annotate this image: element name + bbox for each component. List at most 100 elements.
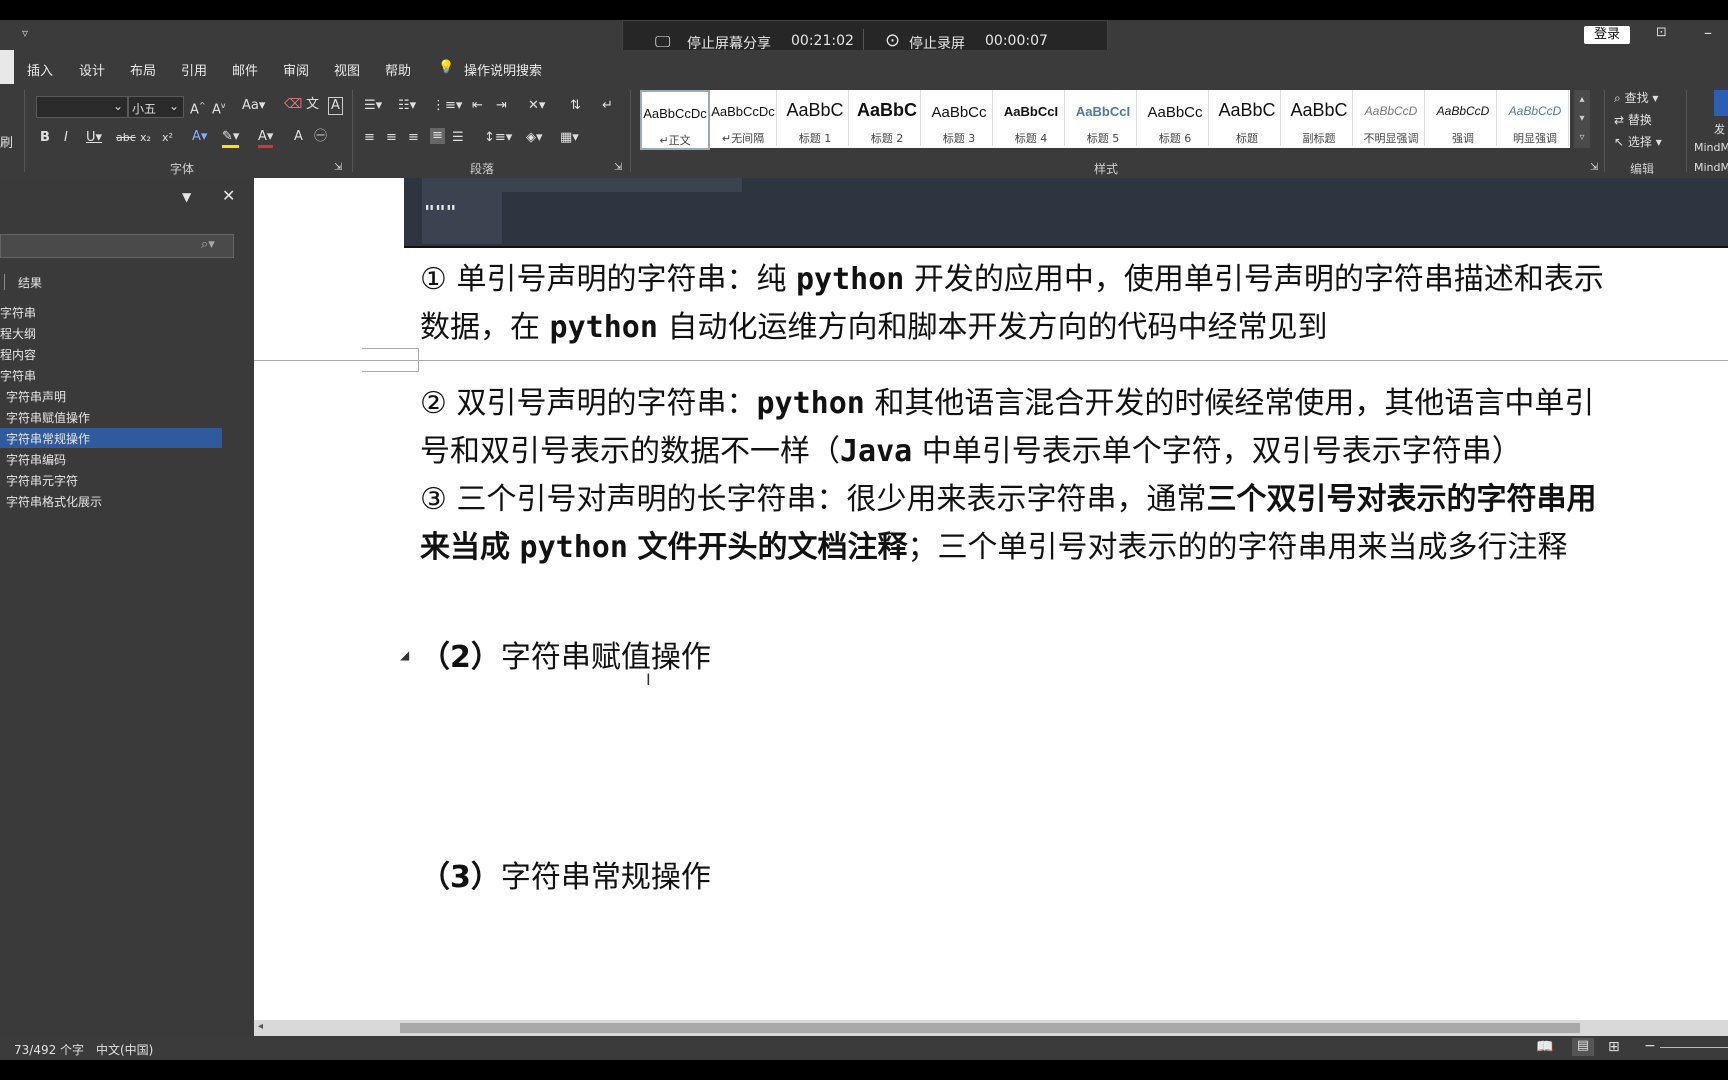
nav-search-input[interactable]: ⌕▾ <box>0 234 234 258</box>
font-name-select[interactable]: ⌄ <box>36 96 128 118</box>
font-dialog-launcher-icon[interactable]: ⇲ <box>334 160 342 176</box>
mindmap-icon[interactable] <box>1714 90 1728 116</box>
chevron-down-icon[interactable]: ▾ <box>1574 109 1590 128</box>
scroll-left-icon[interactable]: ◂ <box>258 1021 263 1032</box>
tab-insert[interactable]: 插入 <box>27 60 53 79</box>
numbering-icon[interactable]: ☷▾ <box>398 98 416 114</box>
grow-font-icon[interactable]: A^ <box>190 98 206 118</box>
bold-icon[interactable]: B <box>40 130 50 146</box>
horizontal-scrollbar[interactable]: ◂ <box>254 1020 1728 1036</box>
tab-mailings[interactable]: 邮件 <box>232 60 258 79</box>
align-right-icon[interactable]: ≡ <box>408 130 419 146</box>
style-heading-1[interactable]: AaBbC 标题 1 <box>782 90 849 146</box>
nav-item[interactable]: 字符串 <box>0 304 36 321</box>
asian-layout-icon[interactable]: ✕▾ <box>528 98 545 114</box>
collapse-triangle-icon[interactable]: ◢ <box>400 648 409 662</box>
subscript-icon[interactable]: x₂ <box>140 130 151 146</box>
paragraph-dialog-launcher-icon[interactable]: ⇲ <box>614 160 622 176</box>
bullets-icon[interactable]: ☰▾ <box>364 98 382 114</box>
login-button[interactable]: 登录 <box>1584 26 1630 44</box>
distributed-icon[interactable]: ☰ <box>452 130 464 146</box>
chevron-up-icon[interactable]: ▴ <box>1574 90 1590 109</box>
close-icon[interactable]: ✕ <box>222 186 235 205</box>
language-indicator[interactable]: 中文(中国) <box>96 1041 153 1058</box>
style-heading-5[interactable]: AaBbCcI 标题 5 <box>1070 90 1137 146</box>
line-spacing-icon[interactable]: ↕≡▾ <box>484 130 512 146</box>
style-no-spacing[interactable]: AaBbCcDc ↵无间隔 <box>710 90 777 146</box>
show-marks-icon[interactable]: ↵ <box>602 98 613 114</box>
nav-item[interactable]: 字符串 <box>0 367 36 384</box>
nav-item[interactable]: 程内容 <box>0 346 36 363</box>
document-canvas[interactable]: """ ① 单引号声明的字符串：纯 python 开发的应用中，使用单引号声明的… <box>254 178 1728 1020</box>
multilevel-list-icon[interactable]: ⋮≡▾ <box>432 98 462 114</box>
align-center-icon[interactable]: ≡ <box>386 130 397 146</box>
tell-me-search[interactable]: 操作说明搜索 <box>464 60 542 79</box>
styles-scroll[interactable]: ▴ ▾ ▿ <box>1574 90 1590 148</box>
nav-item[interactable]: 字符串元字符 <box>6 472 78 489</box>
style-emphasis[interactable]: AaBbCcD 强调 <box>1430 90 1497 146</box>
shrink-font-icon[interactable]: Av <box>212 98 226 118</box>
zoom-slider[interactable] <box>1660 1047 1728 1048</box>
ribbon-display-icon[interactable]: ⊡ <box>1656 25 1667 40</box>
clear-format-icon[interactable]: ⌫ <box>284 97 302 113</box>
font-color-icon[interactable]: A▾ <box>258 129 274 148</box>
superscript-icon[interactable]: x² <box>162 130 173 146</box>
style-heading-3[interactable]: AaBbCc 标题 3 <box>926 90 993 146</box>
highlight-icon[interactable]: ✎▾ <box>222 129 240 148</box>
style-subtitle[interactable]: AaBbC 副标题 <box>1286 90 1353 146</box>
web-layout-icon[interactable]: ⊞ <box>1608 1039 1620 1055</box>
tab-review[interactable]: 审阅 <box>283 60 309 79</box>
align-left-icon[interactable]: ≡ <box>364 130 375 146</box>
change-case-icon[interactable]: Aa▾ <box>242 98 265 114</box>
tab-results[interactable]: 结果 <box>18 274 42 291</box>
underline-icon[interactable]: U▾ <box>86 130 102 146</box>
style-intense-emphasis[interactable]: AaBbCcD 明显强调 <box>1502 90 1569 146</box>
read-mode-icon[interactable]: 📖 <box>1536 1039 1553 1055</box>
style-subtle-emphasis[interactable]: AaBbCcD 不明显强调 <box>1358 90 1425 146</box>
enclose-char-icon[interactable]: ㊀ <box>314 129 327 145</box>
shading-icon[interactable]: ◈▾ <box>526 130 543 146</box>
nav-item-selected[interactable]: 字符串常规操作 <box>0 428 222 448</box>
nav-item[interactable]: 字符串编码 <box>6 451 66 468</box>
tab-layout[interactable]: 布局 <box>130 60 156 79</box>
tab-active-edge[interactable] <box>0 50 14 84</box>
zoom-out-icon[interactable]: − <box>1644 1038 1656 1054</box>
word-count[interactable]: 73/492 个字 <box>14 1041 84 1058</box>
italic-icon[interactable]: I <box>64 130 68 146</box>
format-painter-fragment[interactable]: 刷 <box>0 136 13 152</box>
quick-access-dropdown-icon[interactable]: ▿ <box>22 26 28 40</box>
search-icon[interactable]: ⌕▾ <box>201 237 215 252</box>
char-border-icon[interactable]: A <box>328 97 343 115</box>
style-title[interactable]: AaBbC 标题 <box>1214 90 1281 146</box>
nav-item[interactable]: 程大纲 <box>0 325 36 342</box>
style-normal[interactable]: AaBbCcDc ↵正文 <box>640 90 710 150</box>
select-button[interactable]: ↖ 选择 ▾ <box>1614 134 1662 150</box>
tab-help[interactable]: 帮助 <box>385 60 411 79</box>
decrease-indent-icon[interactable]: ⇤ <box>472 98 483 114</box>
nav-item[interactable]: 字符串赋值操作 <box>6 409 90 426</box>
text-effects-icon[interactable]: A▾ <box>192 129 207 145</box>
scroll-thumb[interactable] <box>400 1023 1580 1033</box>
tab-view[interactable]: 视图 <box>334 60 360 79</box>
minimize-icon[interactable]: – <box>1704 23 1712 42</box>
more-styles-icon[interactable]: ▿ <box>1574 128 1590 147</box>
style-heading-6[interactable]: AaBbCc 标题 6 <box>1142 90 1209 146</box>
sort-icon[interactable]: ⇅ <box>570 98 581 114</box>
tab-design[interactable]: 设计 <box>79 60 105 79</box>
nav-item[interactable]: 字符串格式化展示 <box>6 493 102 510</box>
style-heading-2[interactable]: AaBbC 标题 2 <box>854 90 921 146</box>
phonetic-guide-icon[interactable]: 文 <box>306 97 319 113</box>
nav-item[interactable]: 字符串声明 <box>6 388 66 405</box>
font-size-select[interactable]: 小五 ⌄ <box>128 96 184 118</box>
print-layout-icon[interactable]: ▤ <box>1572 1038 1594 1056</box>
pane-options-icon[interactable]: ▼ <box>182 190 191 204</box>
strikethrough-icon[interactable]: abc <box>116 130 136 146</box>
increase-indent-icon[interactable]: ⇥ <box>496 98 507 114</box>
char-shading-icon[interactable]: A <box>294 129 303 145</box>
find-button[interactable]: ⌕ 查找 ▾ <box>1614 90 1658 106</box>
replace-button[interactable]: ⇄ 替换 <box>1614 112 1652 128</box>
borders-icon[interactable]: ▦▾ <box>560 130 579 146</box>
style-heading-4[interactable]: AaBbCcI 标题 4 <box>998 90 1065 146</box>
styles-dialog-launcher-icon[interactable]: ⇲ <box>1590 160 1598 176</box>
justify-icon[interactable]: ≡ <box>430 128 445 144</box>
